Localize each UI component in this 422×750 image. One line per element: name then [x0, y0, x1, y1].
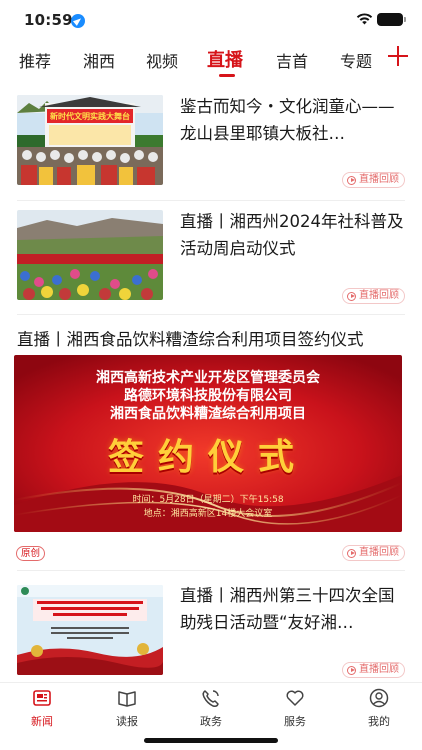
banner-org-2: 路德环境科技股份有限公司: [124, 388, 292, 404]
banner-time: 时间：5月28日（星期二）下午15:58: [132, 495, 284, 505]
item-title[interactable]: 直播丨湘西州2024年社科普及活动周启动仪式: [180, 208, 405, 262]
item-title[interactable]: 直播丨湘西州第三十四次全国助残日活动暨“友好湘…: [180, 582, 405, 636]
banner-place: 地点：湘西高新区14楼大会议室: [143, 509, 273, 519]
play-icon: [347, 548, 356, 558]
wifi-icon: [356, 13, 373, 25]
divider: [17, 570, 405, 571]
tab-live[interactable]: 直播: [207, 46, 243, 72]
replay-badge[interactable]: 直播回顾: [342, 288, 405, 304]
banner-org-1: 湘西高新技术产业开发区管理委员会: [96, 370, 320, 386]
nav-government[interactable]: 政务: [181, 687, 241, 729]
replay-badge[interactable]: 直播回顾: [342, 172, 405, 188]
tab-jishou[interactable]: 吉首: [276, 48, 308, 72]
status-bar: 10:59: [0, 0, 422, 38]
banner-image[interactable]: 湘西高新技术产业开发区管理委员会 路德环境科技股份有限公司 湘西食品饮料糟渣综合…: [14, 355, 402, 532]
newspaper-icon: [118, 691, 136, 707]
add-channel-icon[interactable]: [386, 44, 410, 68]
thumbnail-outdoor-event: [17, 210, 163, 300]
original-tag: 原创: [16, 546, 46, 561]
tab-recommend[interactable]: 推荐: [19, 48, 51, 72]
play-icon: [347, 665, 356, 675]
tab-xiangxi[interactable]: 湘西: [83, 48, 115, 72]
battery-icon: [377, 13, 406, 26]
active-tab-indicator: [219, 74, 235, 77]
location-icon: [71, 14, 85, 28]
replay-badge[interactable]: 直播回顾: [342, 545, 405, 561]
nav-news[interactable]: 新闻: [12, 687, 72, 729]
divider: [17, 314, 405, 315]
nav-profile[interactable]: 我的: [349, 687, 409, 729]
svg-text:新时代文明实践大舞台: 新时代文明实践大舞台: [50, 111, 130, 121]
news-icon: [33, 690, 51, 706]
play-icon: [347, 291, 356, 301]
replay-badge[interactable]: 直播回顾: [342, 662, 405, 678]
tab-video[interactable]: 视频: [146, 48, 178, 72]
thumbnail-poster: [17, 585, 163, 675]
nav-newspaper[interactable]: 读报: [97, 687, 157, 729]
banner-main-text: 签约仪式: [107, 436, 308, 478]
item-title[interactable]: 鉴古而知今・文化润童心——龙山县里耶镇大板社…: [180, 93, 405, 147]
government-icon: [202, 690, 219, 707]
play-icon: [347, 175, 356, 185]
banner-project: 湘西食品饮料糟渣综合利用项目: [110, 406, 306, 422]
heart-icon: [286, 690, 304, 706]
divider: [17, 200, 405, 201]
thumbnail-stage-event: 新时代文明实践大舞台: [17, 95, 163, 185]
user-icon: [369, 688, 389, 708]
tab-topics[interactable]: 专题: [340, 48, 372, 72]
nav-services[interactable]: 服务: [265, 687, 325, 729]
home-indicator: [144, 738, 278, 743]
status-time: 10:59: [24, 11, 73, 29]
channel-tabs: 推荐 湘西 视频 直播 吉首 专题: [0, 38, 422, 82]
item-title[interactable]: 直播丨湘西食品饮料糟渣综合利用项目签约仪式: [17, 326, 407, 350]
